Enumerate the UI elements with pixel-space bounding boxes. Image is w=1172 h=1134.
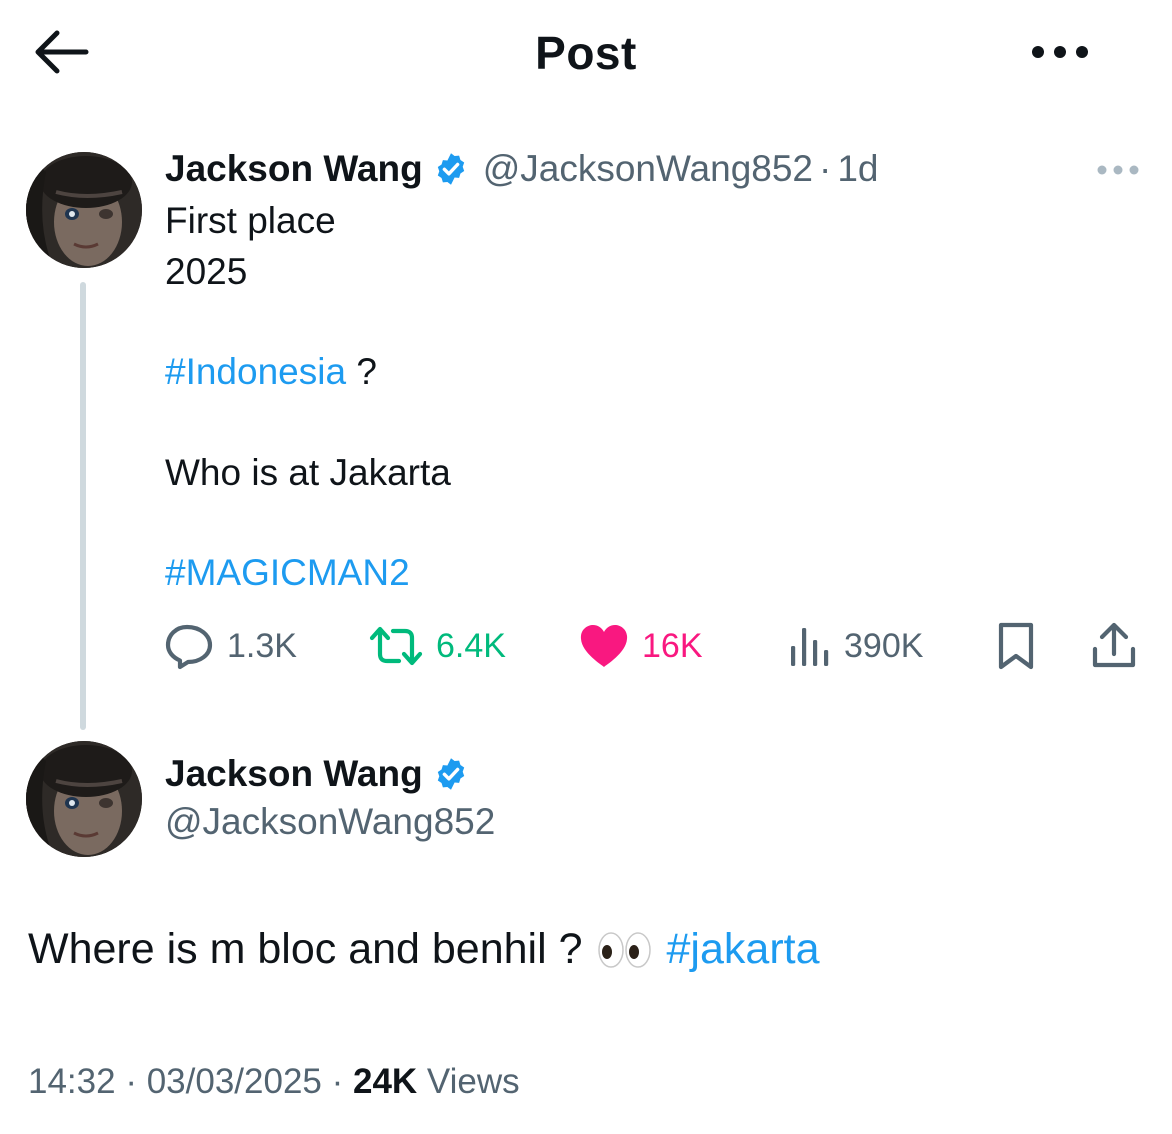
- separator-dot: ·: [819, 148, 832, 189]
- post-date: 03/03/2025: [146, 1062, 322, 1101]
- reply-text-body: Where is m bloc and benhil ?: [28, 925, 583, 973]
- tweet-author-row: Jackson Wang @JacksonWang852 · 1d: [165, 148, 879, 190]
- like-count: 16K: [642, 626, 703, 665]
- more-horizontal-icon: [1032, 46, 1088, 58]
- avatar-image: [26, 152, 142, 268]
- eyes-emoji: [597, 930, 653, 970]
- analytics-icon: [791, 628, 829, 666]
- hashtag-link[interactable]: #Indonesia: [165, 351, 346, 392]
- separator-dot: ·: [321, 1062, 353, 1101]
- post-metadata: 14:32 · 03/03/2025 · 24K Views: [28, 1062, 520, 1102]
- more-options-button[interactable]: [1028, 30, 1092, 74]
- retweet-icon: [369, 626, 423, 666]
- reply-text: Where is m bloc and benhil ? #jakarta: [28, 925, 820, 974]
- post-time[interactable]: 1d: [837, 148, 878, 190]
- display-name[interactable]: Jackson Wang: [165, 753, 423, 795]
- verified-badge-icon: [433, 151, 469, 187]
- views-button[interactable]: 390K: [788, 618, 923, 674]
- top-bar: Post: [0, 0, 1172, 105]
- reply-author-row: Jackson Wang: [165, 753, 469, 795]
- page-title: Post: [535, 27, 637, 79]
- tweet-text-line: Who is at Jakarta: [165, 452, 451, 493]
- reply-button[interactable]: 1.3K: [163, 618, 297, 674]
- heart-icon: [580, 625, 628, 667]
- tweet-text-line: First place: [165, 200, 336, 241]
- avatar[interactable]: [26, 741, 142, 857]
- separator-dot: ·: [115, 1062, 147, 1101]
- avatar[interactable]: [26, 152, 142, 268]
- retweet-button[interactable]: 6.4K: [368, 618, 506, 674]
- reply-icon: [165, 624, 213, 670]
- verified-badge-icon: [433, 756, 469, 792]
- hashtag-link[interactable]: #jakarta: [667, 925, 820, 974]
- tweet-more-button[interactable]: [1092, 156, 1144, 184]
- bookmark-icon: [998, 622, 1034, 670]
- like-button[interactable]: 16K: [578, 618, 703, 674]
- tweet-text-line: #Indonesia ?: [165, 351, 377, 393]
- avatar-image: [26, 741, 142, 857]
- more-horizontal-icon: [1097, 165, 1139, 175]
- post-timestamp: 14:32: [28, 1062, 116, 1101]
- author-handle[interactable]: @JacksonWang852: [165, 801, 495, 843]
- display-name[interactable]: Jackson Wang: [165, 148, 423, 190]
- share-button[interactable]: [1090, 618, 1138, 674]
- tweet-text-fragment: ?: [346, 351, 377, 392]
- tweet-text-line: 2025: [165, 251, 248, 292]
- retweet-count: 6.4K: [436, 626, 506, 665]
- share-icon: [1092, 622, 1136, 668]
- views-count: 390K: [844, 626, 924, 665]
- hashtag-link[interactable]: #MAGICMAN2: [165, 552, 410, 594]
- views-label: Views: [417, 1062, 520, 1101]
- views-total[interactable]: 24K: [353, 1062, 417, 1101]
- reply-count: 1.3K: [227, 626, 297, 665]
- author-handle[interactable]: @JacksonWang852: [483, 148, 813, 190]
- thread-connector: [80, 282, 86, 730]
- bookmark-button[interactable]: [994, 618, 1038, 674]
